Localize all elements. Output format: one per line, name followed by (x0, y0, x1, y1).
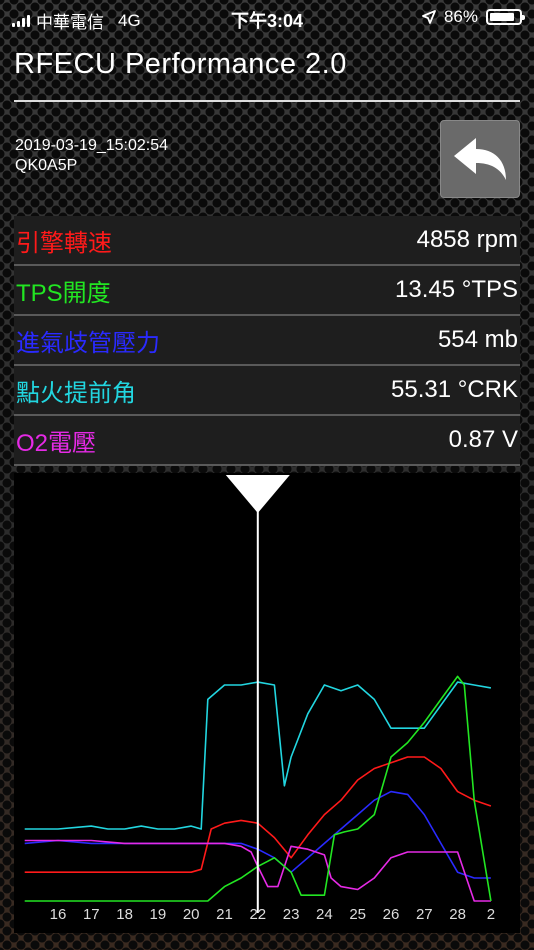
reading-value: 554 mb (437, 326, 518, 353)
reading-row: TPS開度 13.45 °TPS (14, 266, 520, 316)
location-arrow-icon (422, 10, 436, 24)
cursor-handle (225, 475, 290, 513)
x-tick-label: 25 (349, 906, 366, 923)
x-tick-label: 23 (283, 906, 300, 923)
reading-row: 進氣歧管壓力 554 mb (14, 316, 520, 366)
reading-row: 點火提前角 55.31 °CRK (14, 366, 520, 416)
x-tick-label: 17 (83, 906, 100, 923)
title-divider (14, 100, 520, 102)
reading-value: 55.31 °CRK (391, 376, 518, 403)
readings-list: 引擎轉速 4858 rpm TPS開度 13.45 °TPS 進氣歧管壓力 554 mb 點… (14, 216, 520, 466)
data-chart[interactable]: 16 17 18 19 20 21 22 23 24 25 26 27 28 2 (14, 473, 520, 933)
x-tick-label: 28 (449, 906, 466, 923)
session-timestamp: 2019-03-19_15:02:54 (15, 137, 169, 154)
reading-value: 13.45 °TPS (395, 276, 518, 303)
x-tick-label: 22 (249, 906, 266, 923)
chart-canvas: 16 17 18 19 20 21 22 23 24 25 26 27 28 2 (24, 475, 495, 923)
battery-percent: 86% (443, 7, 478, 26)
reading-row: 引擎轉速 4858 rpm (14, 216, 520, 266)
session-info: 2019-03-19_15:02:54 QK0A5P (15, 136, 168, 176)
reading-label: 進氣歧管壓力 (16, 329, 160, 357)
x-tick-label: 2 (487, 906, 495, 923)
reading-value: 4858 rpm (416, 226, 518, 253)
reading-label: 點火提前角 (16, 379, 136, 407)
back-button[interactable] (440, 120, 520, 198)
device-id: QK0A5P (15, 157, 78, 174)
x-tick-label: 20 (183, 906, 200, 923)
reading-label: TPS開度 (16, 279, 111, 307)
x-tick-label: 18 (116, 906, 133, 923)
reading-label: O2電壓 (16, 429, 97, 457)
reading-row: O2電壓 0.87 V (14, 416, 520, 466)
status-bar: 中華電信 4G 下午3:04 86% (0, 0, 534, 36)
x-tick-label: 24 (316, 906, 333, 923)
app-title: RFECU Performance 2.0 (14, 48, 347, 80)
status-bar-right: 86% (422, 7, 525, 27)
back-arrow-icon (454, 138, 506, 180)
x-tick-label: 26 (383, 906, 400, 923)
reading-value: 0.87 V (448, 426, 518, 453)
x-tick-label: 19 (150, 906, 167, 923)
battery-icon (486, 9, 525, 25)
x-tick-label: 27 (416, 906, 433, 923)
x-tick-label: 21 (216, 906, 233, 923)
reading-label: 引擎轉速 (16, 229, 112, 257)
x-tick-label: 16 (50, 906, 67, 923)
